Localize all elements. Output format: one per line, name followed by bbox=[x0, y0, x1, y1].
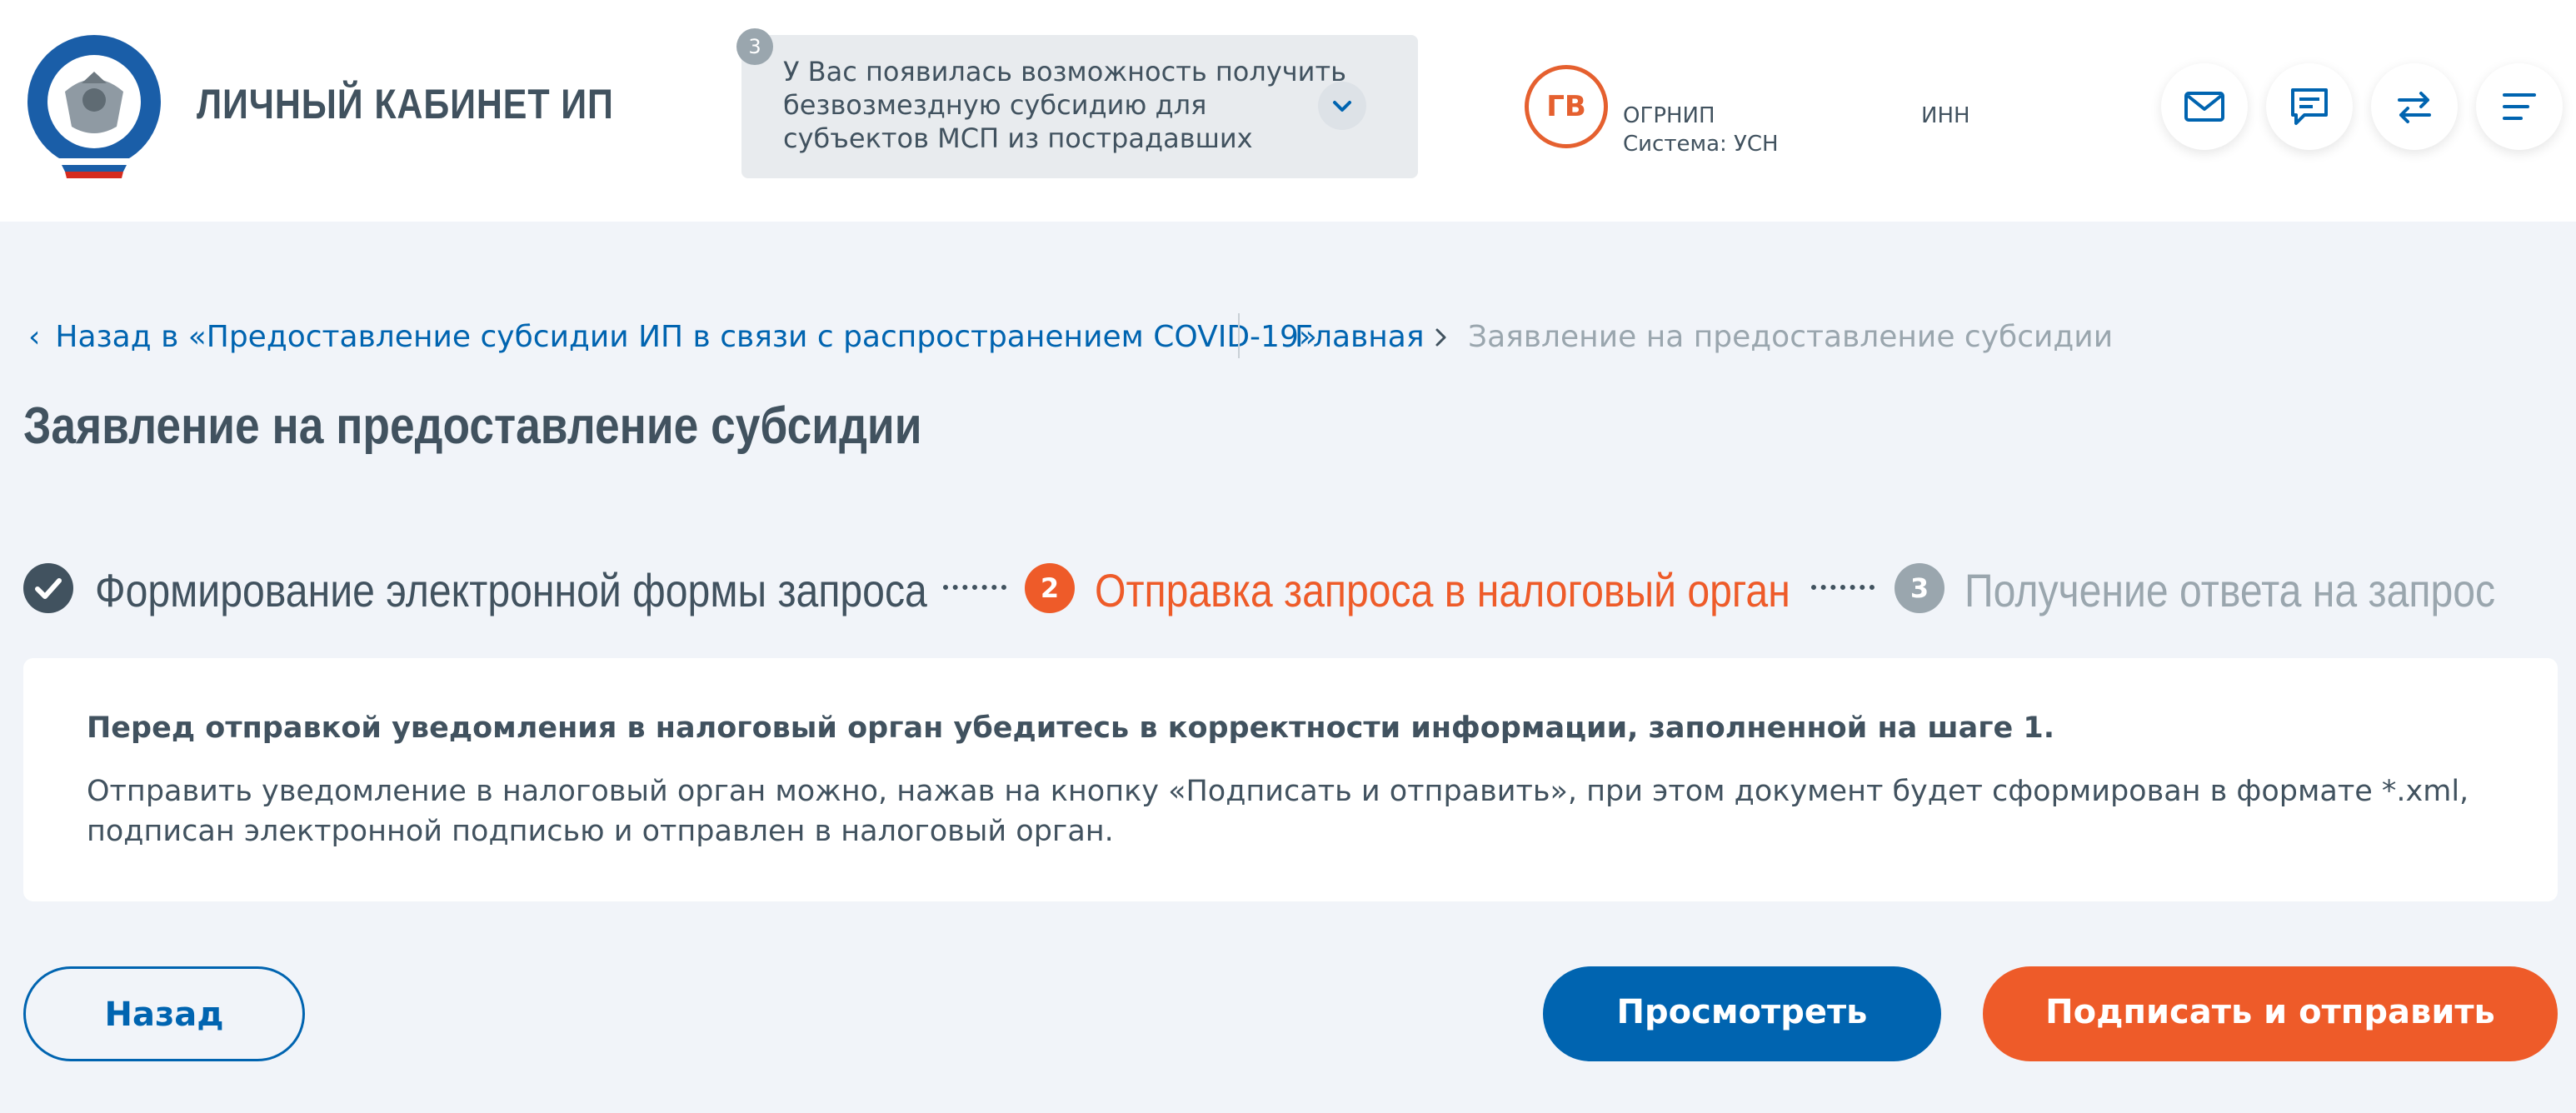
step-done-check-icon bbox=[23, 563, 73, 613]
user-ogrnip-label: ОГРНИП bbox=[1623, 103, 1715, 128]
breadcrumb-home[interactable]: Главная bbox=[1295, 320, 1425, 354]
notice-count-badge: 3 bbox=[736, 28, 773, 65]
user-avatar[interactable]: ГВ bbox=[1525, 65, 1608, 148]
step-1-label: Формирование электронной формы запроса bbox=[95, 564, 927, 616]
messages-button[interactable] bbox=[2161, 63, 2248, 150]
chevron-right-icon bbox=[1435, 328, 1446, 347]
mail-icon bbox=[2184, 92, 2224, 122]
exchange-icon bbox=[2398, 92, 2431, 123]
step-2-label: Отправка запроса в налоговый орган bbox=[1095, 564, 1790, 616]
step-2-number: 2 bbox=[1025, 563, 1075, 613]
step-3-label: Получение ответа на запрос bbox=[1964, 564, 2496, 616]
notice-text[interactable]: У Вас появилась возможность получить без… bbox=[783, 55, 1358, 160]
fns-logo[interactable] bbox=[23, 33, 165, 180]
step-3-number: 3 bbox=[1895, 563, 1944, 613]
back-link[interactable]: ‹ Назад в «Предоставление субсидии ИП в с… bbox=[28, 320, 1317, 354]
menu-button[interactable] bbox=[2476, 63, 2563, 150]
back-link-label: Назад в «Предоставление субсидии ИП в св… bbox=[55, 320, 1317, 354]
user-inn-label: ИНН bbox=[1921, 103, 1970, 128]
chat-button[interactable] bbox=[2266, 63, 2353, 150]
step-connector bbox=[943, 585, 1006, 590]
chat-icon bbox=[2291, 88, 2328, 125]
chevron-left-icon: ‹ bbox=[28, 320, 41, 354]
cabinet-title: ЛИЧНЫЙ КАБИНЕТ ИП bbox=[197, 81, 614, 127]
step-connector bbox=[1811, 585, 1875, 590]
menu-icon bbox=[2503, 93, 2536, 120]
user-tax-system: Система: УСН bbox=[1623, 132, 1779, 157]
notice-expand-button[interactable] bbox=[1318, 82, 1366, 130]
info-text: Отправить уведомление в налоговый орган … bbox=[87, 775, 2469, 848]
chevron-down-icon bbox=[1333, 101, 1351, 112]
exchange-button[interactable] bbox=[2371, 63, 2458, 150]
info-heading: Перед отправкой уведомления в налоговый … bbox=[87, 711, 2055, 745]
sign-and-send-button[interactable]: Подписать и отправить bbox=[1983, 966, 2558, 1061]
breadcrumb-current: Заявление на предоставление субсидии bbox=[1468, 320, 2114, 354]
breadcrumb-divider bbox=[1238, 313, 1240, 358]
back-button[interactable]: Назад bbox=[23, 966, 305, 1061]
view-button[interactable]: Просмотреть bbox=[1543, 966, 1941, 1061]
page-title: Заявление на предоставление субсидии bbox=[23, 397, 922, 455]
